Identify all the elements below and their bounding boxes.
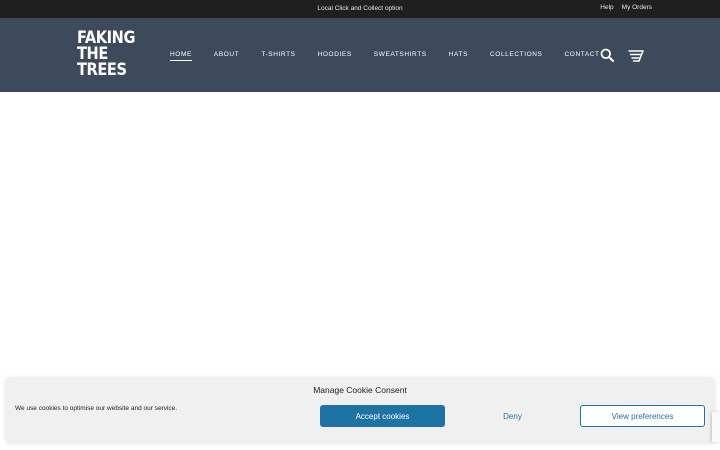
site-header: FAKING THE TREES HOME ABOUT T-SHIRTS HOO…: [0, 18, 720, 92]
main-nav: HOME ABOUT T-SHIRTS HOODIES SWEATSHIRTS …: [170, 51, 600, 61]
nav-item-hats[interactable]: HATS: [449, 51, 468, 61]
announcement-bar: Local Click and Collect option Help My O…: [0, 0, 720, 18]
logo-line: TREES: [77, 60, 127, 80]
cart-icon[interactable]: [628, 49, 644, 62]
nav-item-collections[interactable]: COLLECTIONS: [490, 51, 542, 61]
cookie-consent-banner: Manage Cookie Consent We use cookies to …: [5, 377, 715, 444]
my-orders-link[interactable]: My Orders: [622, 4, 652, 11]
view-preferences-button[interactable]: View preferences: [580, 405, 705, 427]
deny-button[interactable]: Deny: [450, 405, 575, 427]
site-logo[interactable]: FAKING THE TREES: [77, 30, 135, 80]
nav-item-contact[interactable]: CONTACT: [565, 51, 600, 61]
help-link[interactable]: Help: [600, 4, 613, 11]
recaptcha-badge[interactable]: [712, 412, 720, 442]
nav-item-hoodies[interactable]: HOODIES: [318, 51, 352, 61]
accept-cookies-button[interactable]: Accept cookies: [320, 405, 445, 427]
search-icon[interactable]: [600, 48, 614, 62]
nav-item-home[interactable]: HOME: [170, 51, 192, 61]
nav-item-about[interactable]: ABOUT: [214, 51, 239, 61]
cookie-banner-title: Manage Cookie Consent: [313, 385, 407, 395]
nav-item-sweatshirts[interactable]: SWEATSHIRTS: [374, 51, 427, 61]
nav-item-t-shirts[interactable]: T-SHIRTS: [261, 51, 295, 61]
utility-links: Help My Orders: [600, 4, 652, 11]
cookie-banner-message: We use cookies to optimise our website a…: [15, 405, 178, 412]
